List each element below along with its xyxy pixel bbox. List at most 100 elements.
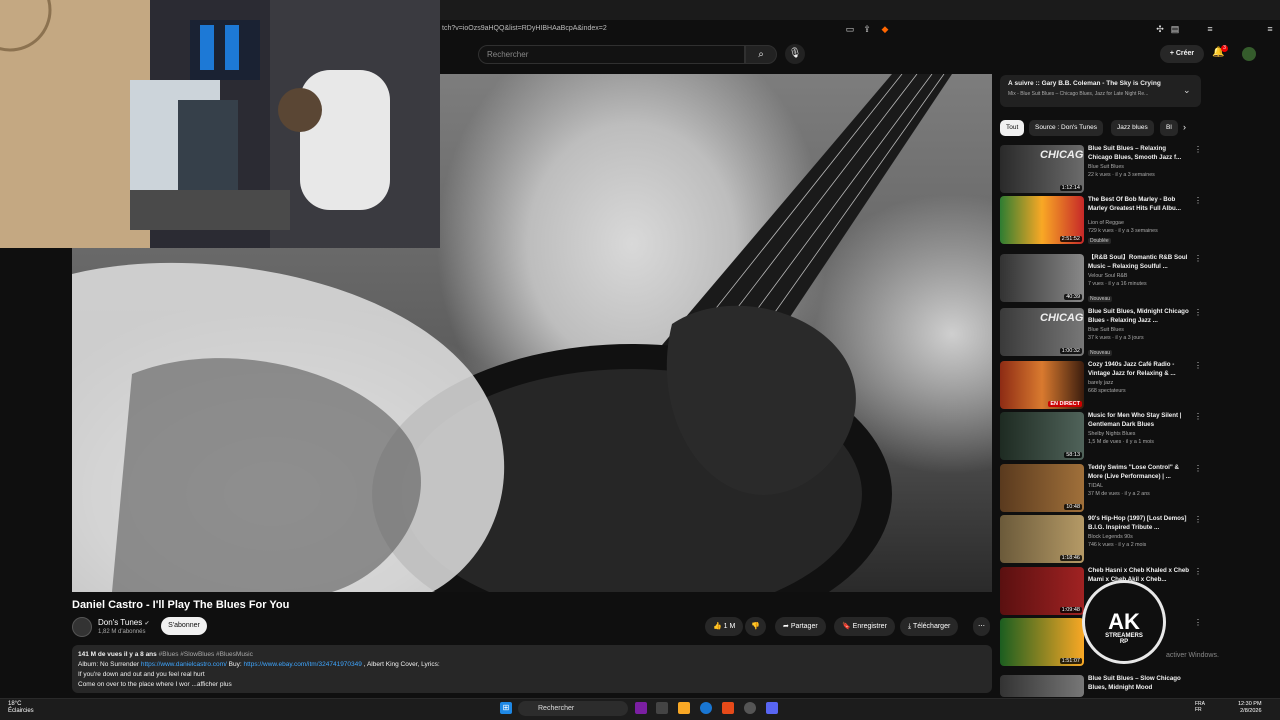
rec-title[interactable]: Cheb Hasni x Cheb Khaled x Cheb Mami x C… [1088,567,1191,584]
more-vertical-icon[interactable]: ⋮ [1194,308,1202,317]
recommendation-item[interactable]: 1:18:46 90's Hip-Hop (1997) [Lost Demos]… [1000,515,1202,565]
copilot-icon[interactable] [635,702,647,714]
thumbnail[interactable]: 2:51:52 [1000,196,1084,244]
recommendation-item[interactable]: 10:48 Teddy Swims "Lose Control" & More … [1000,464,1202,514]
keyboard-layout: FR [1195,707,1202,713]
menu-icon[interactable]: ≡ [1205,24,1215,34]
channel-avatar[interactable] [72,617,92,637]
hashtags[interactable]: #Blues #SlowBlues #BluesMusic [159,651,253,658]
duration-badge: 58:13 [1064,452,1082,458]
rec-title[interactable]: Blue Suit Blues, Midnight Chicago Blues … [1088,308,1191,325]
subscribe-button[interactable]: S'abonner [161,617,207,635]
thumbnail[interactable]: CHICAGO 1:00:32 [1000,308,1084,356]
search-input[interactable]: Rechercher [478,45,745,64]
clock-date: 2/8/2026 [1240,708,1262,714]
voice-search-button[interactable]: 🎙 [785,44,805,64]
chip-all[interactable]: Tout [1000,120,1025,136]
thumbnail[interactable]: 1:09:48 [1000,567,1084,615]
weather-widget[interactable]: 18°C Éclaircies [8,701,34,715]
rec-channel[interactable]: TIDAL [1088,483,1103,489]
search-button[interactable]: ⌕ [745,45,777,64]
file-explorer-icon[interactable] [678,702,690,714]
more-vertical-icon[interactable]: ⋮ [1194,361,1202,370]
channel-name-text[interactable]: Don's Tunes [98,618,142,627]
rec-channel[interactable]: barely jazz [1088,380,1113,386]
chip-source[interactable]: Source : Don's Tunes [1029,120,1103,136]
recommendation-item[interactable]: Blue Suit Blues – Slow Chicago Blues, Mi… [1000,675,1200,697]
create-button[interactable]: + Créer [1160,45,1204,63]
recommendation-item[interactable]: 2:51:52 The Best Of Bob Marley - Bob Mar… [1000,196,1202,246]
more-vertical-icon[interactable]: ⋮ [1194,145,1202,154]
rec-title[interactable]: Cozy 1940s Jazz Café Radio - Vintage Jaz… [1088,361,1191,378]
task-view-icon[interactable] [656,702,668,714]
recommendation-item[interactable]: 58:13 Music for Men Who Stay Silent | Ge… [1000,412,1202,462]
rec-channel[interactable]: Lion of Reggae [1088,220,1124,226]
discord-icon[interactable] [766,702,778,714]
account-avatar[interactable] [1242,47,1256,61]
more-vertical-icon[interactable]: ⋮ [1194,254,1202,263]
download-button[interactable]: ⤓ Télécharger [900,617,959,636]
thumbnail[interactable]: CHICAGO 1:12:14 [1000,145,1084,193]
share-button[interactable]: ➦ Partager [775,617,826,636]
thumbnail[interactable]: EN DIRECT [1000,361,1084,409]
rec-title[interactable]: 90's Hip-Hop (1997) [Lost Demos] B.I.G. … [1088,515,1191,532]
thumbnail[interactable] [1000,675,1084,697]
rec-title[interactable]: The Best Of Bob Marley - Bob Marley Grea… [1088,196,1191,213]
rec-channel[interactable]: Blue Suit Blues [1088,164,1124,170]
edge-icon[interactable] [700,702,712,714]
taskbar-search[interactable]: Rechercher [518,701,628,716]
thumbnail[interactable]: 40:39 [1000,254,1084,302]
thumbnail[interactable]: 10:48 [1000,464,1084,512]
recommendation-item[interactable]: EN DIRECT Cozy 1940s Jazz Café Radio - V… [1000,361,1202,411]
channel-name[interactable]: Don's Tunes ✔ [98,618,149,627]
language-indicator[interactable]: FRA FR [1195,701,1205,713]
thumbnail[interactable]: 1:51:07 [1000,618,1084,666]
install-icon[interactable]: ▭ [845,24,855,34]
extensions-icon[interactable]: ✣ [1155,24,1165,34]
website-link[interactable]: https://www.danielcastro.com/ [141,661,227,668]
up-next-subtitle: Mix - Blue Suit Blues – Chicago Blues, J… [1008,91,1149,97]
like-button[interactable]: 👍 1 M [705,617,744,636]
system-clock[interactable]: 12:30 PM 2/8/2026 [1238,701,1262,715]
more-vertical-icon[interactable]: ⋮ [1194,567,1202,576]
more-vertical-icon[interactable]: ⋮ [1194,464,1202,473]
subscriber-count: 1,82 M d'abonnés [98,629,146,635]
brave-shield-icon[interactable]: ◆ [880,24,890,34]
up-next-panel[interactable]: À suivre :: Gary B.B. Coleman - The Sky … [1000,75,1201,107]
thumbnail[interactable]: 58:13 [1000,412,1084,460]
rec-title[interactable]: 【R&B Soul】Romantic R&B Soul Music – Rela… [1088,254,1191,271]
chevron-down-icon[interactable]: ⌄ [1183,85,1191,96]
rec-title[interactable]: Blue Suit Blues – Slow Chicago Blues, Mi… [1088,675,1191,692]
thumbnail[interactable]: 1:18:46 [1000,515,1084,563]
rec-channel[interactable]: Block Legends 90s [1088,534,1133,540]
more-actions-button[interactable]: ⋯ [973,617,990,636]
recommendation-item[interactable]: CHICAGO 1:00:32 Blue Suit Blues, Midnight… [1000,308,1202,358]
recommendation-item[interactable]: CHICAGO 1:12:14 Blue Suit Blues – Relaxin… [1000,145,1202,195]
recommendation-item[interactable]: 40:39 【R&B Soul】Romantic R&B Soul Music … [1000,254,1202,304]
rec-title[interactable]: Music for Men Who Stay Silent | Gentlema… [1088,412,1191,429]
more-vertical-icon[interactable]: ⋮ [1194,515,1202,524]
lyrics-line-2[interactable]: Come on over to the place where I wor ..… [78,680,986,690]
chevron-right-icon[interactable]: › [1183,122,1186,132]
brave-icon[interactable] [722,702,734,714]
sidebar-icon[interactable]: ▤ [1170,24,1180,34]
chrome-icon[interactable] [744,702,756,714]
rec-channel[interactable]: Shelby Nights Blues [1088,431,1135,437]
more-vertical-icon[interactable]: ⋮ [1194,618,1202,627]
url-text[interactable]: tch?v=ioOzs9aHQQ&list=RDyHIBHAaBcpA&inde… [442,25,607,32]
rec-title[interactable]: Teddy Swims "Lose Control" & More (Live … [1088,464,1191,481]
rec-title[interactable]: Blue Suit Blues – Relaxing Chicago Blues… [1088,145,1191,162]
chip-jazz-blues[interactable]: Jazz blues [1111,120,1154,136]
chip-blues[interactable]: Bl [1160,120,1178,136]
save-button[interactable]: 🔖 Enregistrer [834,617,895,636]
description-box[interactable]: 141 M de vues il y a 8 ans #Blues #SlowB… [72,645,992,693]
more-vertical-icon[interactable]: ⋮ [1194,412,1202,421]
rec-channel[interactable]: Blue Suit Blues [1088,327,1124,333]
windows-start-icon[interactable]: ⊞ [500,702,512,714]
share-icon[interactable]: ⇪ [862,24,872,34]
more-vertical-icon[interactable]: ⋮ [1194,196,1202,205]
rec-channel[interactable]: Velour Soul R&B [1088,273,1127,279]
browser-menu-icon[interactable]: ≡ [1265,24,1275,34]
ebay-link[interactable]: https://www.ebay.com/itm/324741970349 [243,661,361,668]
dislike-button[interactable]: 👎 [745,617,766,636]
